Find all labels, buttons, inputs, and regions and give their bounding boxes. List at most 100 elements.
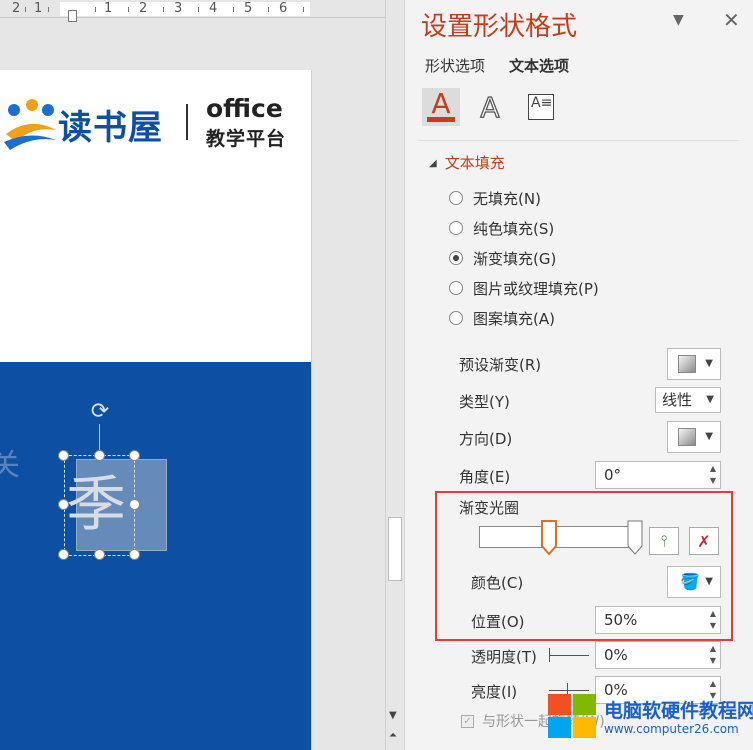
- radio-button[interactable]: [449, 191, 463, 205]
- scroll-down-icon[interactable]: ▼: [389, 710, 397, 721]
- spin-arrows-icon[interactable]: ▲ ▼: [710, 608, 716, 632]
- logo: 读书屋 office 教学平台: [0, 94, 300, 156]
- position-label: 位置(O): [471, 613, 525, 631]
- remove-stop-icon: ✗: [697, 531, 711, 551]
- color-label: 颜色(C): [471, 574, 524, 592]
- scroll-thumb[interactable]: [388, 517, 402, 581]
- transparency-input[interactable]: 0% ▲ ▼: [595, 641, 721, 669]
- radio-solid-fill[interactable]: 纯色填充(S): [449, 217, 554, 239]
- format-shape-panel: 设置形状格式 ▼ ✕ 形状选项 文本选项 A A A≡ ◢ 文本填充 无填充(N)…: [404, 0, 753, 750]
- radio-button[interactable]: [449, 281, 463, 295]
- section-text-fill[interactable]: ◢ 文本填充: [429, 152, 505, 173]
- chevron-down-icon: ▼: [705, 431, 713, 442]
- ruler-mark: [128, 7, 129, 12]
- radio-button[interactable]: [449, 311, 463, 325]
- radio-button-selected[interactable]: [449, 251, 463, 265]
- preset-gradient-label: 预设渐变(R): [459, 356, 542, 374]
- preset-gradient-dropdown[interactable]: ▼: [667, 348, 721, 380]
- ruler-tick: 2: [139, 1, 148, 16]
- resize-handle[interactable]: [94, 450, 105, 461]
- text-effects-icon[interactable]: A: [471, 88, 509, 126]
- resize-handle[interactable]: [129, 450, 140, 461]
- resize-handle[interactable]: [58, 450, 69, 461]
- resize-handle[interactable]: [94, 549, 105, 560]
- resize-handle[interactable]: [129, 499, 140, 510]
- panel-divider: [419, 140, 739, 141]
- add-gradient-stop-button[interactable]: ⫯: [649, 527, 679, 555]
- site-watermark: 电脑软硬件教程网 www.computer26.com: [540, 690, 753, 750]
- slide-edge: [311, 70, 312, 750]
- gradient-stop-selected[interactable]: [541, 520, 558, 556]
- remove-gradient-stop-button[interactable]: ✗: [689, 527, 719, 555]
- gradient-stops-label: 渐变光圈: [459, 499, 520, 517]
- stop-color-dropdown[interactable]: 🪣 ▼: [667, 566, 721, 598]
- ruler-tick: 1: [34, 1, 43, 16]
- ruler-mark: [95, 7, 96, 12]
- shape-text[interactable]: 季: [66, 455, 126, 555]
- checkbox[interactable]: ✓: [461, 714, 474, 728]
- page-up-icon[interactable]: ⏶: [389, 730, 397, 741]
- windows-logo-icon: [548, 694, 598, 740]
- direction-swatch: [678, 428, 696, 446]
- ruler-tick: 2: [12, 1, 21, 16]
- transparency-slider[interactable]: [549, 655, 589, 656]
- transparency-label: 透明度(T): [471, 648, 537, 666]
- textbox-icon[interactable]: A≡: [522, 88, 560, 126]
- radio-button[interactable]: [449, 221, 463, 235]
- add-stop-icon: ⫯: [660, 531, 668, 550]
- resize-handle[interactable]: [58, 549, 69, 560]
- logo-brand-text: 读书屋: [58, 108, 163, 148]
- direction-dropdown[interactable]: ▼: [667, 421, 721, 453]
- ruler-tick: 1: [104, 1, 113, 16]
- chevron-down-icon: ▼: [706, 394, 714, 405]
- paint-bucket-icon: 🪣: [680, 572, 700, 591]
- logo-sub-text: 教学平台: [206, 128, 287, 150]
- direction-label: 方向(D): [459, 430, 513, 448]
- spin-arrows-icon[interactable]: ▲ ▼: [710, 463, 716, 487]
- ruler-tick: 5: [244, 1, 253, 16]
- ruler-tick: 6: [279, 1, 288, 16]
- ruler-indent-marker[interactable]: [68, 10, 77, 22]
- tab-shape-options[interactable]: 形状选项: [425, 55, 485, 76]
- ruler-tick: 3: [174, 1, 183, 16]
- rotate-handle-icon[interactable]: ⟳: [85, 398, 115, 426]
- gradient-swatch: [678, 355, 696, 373]
- document-area: 2 1 1 2 3 4 5 6 读书屋 office 教学平台 关 ⟳ 季: [0, 0, 385, 750]
- panel-menu-icon[interactable]: ▼: [673, 12, 684, 28]
- collapse-triangle-icon: ◢: [429, 158, 437, 169]
- ruler-active-area: [60, 2, 310, 16]
- chevron-down-icon: ▼: [705, 576, 713, 587]
- ruler-mark: [303, 7, 304, 12]
- watermark-title: 电脑软硬件教程网: [604, 700, 753, 722]
- ruler-mark: [25, 7, 26, 12]
- gradient-stop[interactable]: [627, 520, 643, 556]
- resize-handle[interactable]: [58, 499, 69, 510]
- tab-text-options[interactable]: 文本选项: [509, 55, 569, 76]
- vertical-scrollbar[interactable]: ▼ ⏶: [385, 0, 404, 750]
- panel-title: 设置形状格式: [421, 12, 578, 42]
- text-fill-outline-icon[interactable]: A: [422, 87, 460, 126]
- type-label: 类型(Y): [459, 393, 510, 411]
- logo-divider: [186, 104, 188, 140]
- slide-blue-area: [0, 362, 311, 750]
- spin-arrows-icon[interactable]: ▲ ▼: [710, 643, 716, 667]
- partial-text-glyph: 关: [0, 448, 20, 483]
- section-title: 文本填充: [444, 154, 505, 172]
- radio-gradient-fill[interactable]: 渐变填充(G): [449, 247, 556, 269]
- logo-mark-icon: [4, 99, 56, 150]
- ruler-tick: 4: [209, 1, 218, 16]
- horizontal-ruler[interactable]: 2 1 1 2 3 4 5 6: [0, 0, 385, 18]
- logo-office-text: office: [206, 94, 283, 123]
- ruler-mark: [163, 7, 164, 12]
- close-icon[interactable]: ✕: [723, 8, 740, 32]
- position-input[interactable]: 50% ▲ ▼: [595, 606, 721, 634]
- angle-input[interactable]: 0° ▲ ▼: [595, 461, 721, 489]
- type-dropdown[interactable]: 线性 ▼: [655, 387, 721, 413]
- ruler-mark: [48, 7, 49, 12]
- radio-picture-fill[interactable]: 图片或纹理填充(P): [449, 277, 599, 299]
- ruler-mark: [268, 7, 269, 12]
- radio-no-fill[interactable]: 无填充(N): [449, 187, 541, 209]
- watermark-url: www.computer26.com: [604, 722, 739, 736]
- radio-pattern-fill[interactable]: 图案填充(A): [449, 307, 555, 329]
- resize-handle[interactable]: [129, 549, 140, 560]
